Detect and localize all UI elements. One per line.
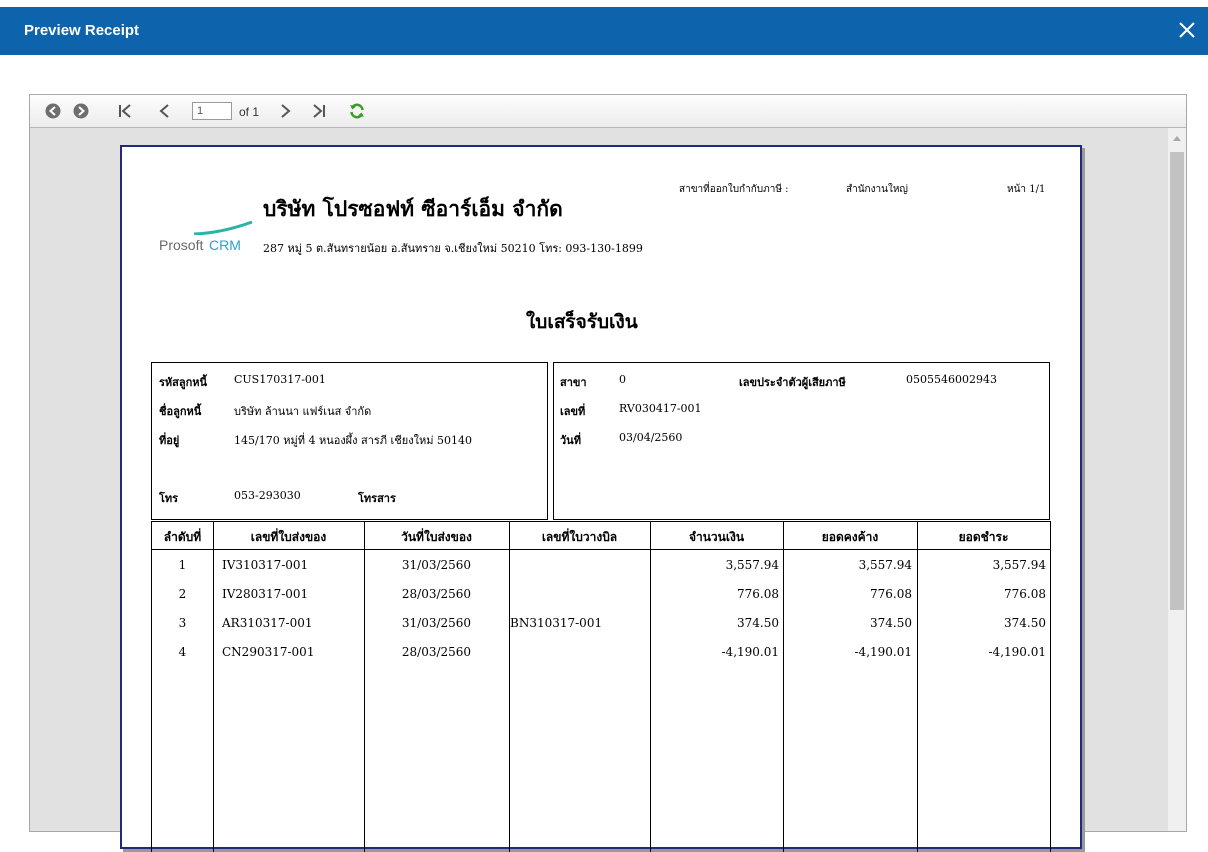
table-cell: -4,190.01	[721, 645, 780, 659]
table-cell: -4,190.01	[854, 645, 913, 659]
dialog-titlebar: Preview Receipt	[0, 7, 1208, 55]
company-address: 287 หมู่ 5 ต.สันทรายน้อย อ.สันทราย จ.เชี…	[263, 242, 643, 255]
refresh-icon[interactable]	[348, 102, 366, 120]
branch-label: สาขา	[560, 376, 587, 389]
column-header: ลำดับที่	[163, 530, 202, 544]
report-viewer: of 1 สาขาที่ออกใบกำกับภาษี : สำนักงานใหญ…	[29, 94, 1187, 852]
branch-issue-value: สำนักงานใหญ่	[846, 184, 908, 195]
customer-address-value: 145/170 หมู่ที่ 4 หนองผึ้ง สารภี เชียงให…	[234, 434, 472, 447]
previous-page-icon[interactable]	[156, 102, 174, 120]
tax-id-label: เลขประจำตัวผู้เสียภาษี	[739, 376, 846, 389]
dialog-title: Preview Receipt	[24, 22, 140, 39]
table-cell: 776.08	[1004, 587, 1046, 601]
table-cell: 374.50	[737, 616, 779, 630]
table-cell: AR310317-001	[222, 616, 313, 630]
column-header: เลขที่ใบส่งของ	[250, 530, 327, 544]
first-page-icon[interactable]	[116, 102, 134, 120]
logo-crm-text: CRM	[209, 237, 241, 253]
table-cell: 374.50	[1004, 616, 1046, 630]
document-no-label: เลขที่	[560, 405, 586, 418]
company-name: บริษัท โปรซอฟท์ ซีอาร์เอ็ม จำกัด	[263, 196, 563, 221]
table-cell: -4,190.01	[988, 645, 1047, 659]
column-header: จำนวนเงิน	[688, 530, 745, 544]
table-cell: IV310317-001	[222, 558, 309, 572]
document-date-value: 03/04/2560	[619, 431, 683, 444]
items-table: ลำดับที่ เลขที่ใบส่งของ วันที่ใบส่งของ เ…	[151, 521, 1051, 852]
document-date-label: วันที่	[560, 434, 581, 447]
customer-tel-value: 053-293030	[234, 489, 301, 502]
receipt-page: สาขาที่ออกใบกำกับภาษี : สำนักงานใหญ่ หน้…	[120, 145, 1082, 852]
customer-code-value: CUS170317-001	[234, 373, 326, 386]
column-header: เลขที่ใบวางบิล	[541, 530, 618, 544]
table-cell: IV280317-001	[222, 587, 309, 601]
table-cell: 31/03/2560	[401, 558, 472, 572]
customer-code-label: รหัสลูกหนี้	[159, 376, 208, 389]
last-page-icon[interactable]	[310, 102, 328, 120]
report-toolbar: of 1	[30, 95, 1186, 128]
customer-address-label: ที่อยู่	[159, 434, 180, 447]
table-cell: 28/03/2560	[401, 645, 472, 659]
table-cell: 4	[178, 645, 187, 659]
table-cell: 31/03/2560	[401, 616, 472, 630]
forward-icon[interactable]	[72, 102, 90, 120]
table-cell: 776.08	[870, 587, 912, 601]
table-cell: 3,557.94	[725, 558, 779, 572]
table-cell: 3,557.94	[858, 558, 912, 572]
table-cell: 374.50	[870, 616, 912, 630]
scroll-up-icon[interactable]	[1173, 136, 1181, 141]
column-header: ยอดชำระ	[958, 530, 1009, 544]
back-icon[interactable]	[44, 102, 62, 120]
next-page-icon[interactable]	[276, 102, 294, 120]
table-cell: 28/03/2560	[401, 587, 472, 601]
table-cell: 2	[178, 587, 187, 601]
tax-id-value: 0505546002943	[906, 373, 997, 386]
table-cell: 1	[178, 558, 187, 572]
customer-fax-label: โทรสาร	[358, 492, 396, 505]
logo-prosoft-text: Prosoft	[159, 237, 204, 253]
document-title: ใบเสร็จรับเงิน	[526, 311, 638, 333]
table-cell: 776.08	[737, 587, 779, 601]
scrollbar-thumb[interactable]	[1170, 152, 1184, 610]
close-icon[interactable]	[1172, 15, 1202, 45]
customer-name-label: ชื่อลูกหนี้	[159, 405, 202, 418]
vertical-scrollbar[interactable]	[1168, 128, 1186, 831]
column-header: วันที่ใบส่งของ	[401, 530, 472, 544]
customer-name-value: บริษัท ล้านนา แฟร์เนส จำกัด	[234, 405, 372, 418]
page-number-label: หน้า 1/1	[1007, 184, 1046, 195]
document-no-value: RV030417-001	[619, 402, 702, 415]
table-cell: 3	[178, 616, 187, 630]
column-header: ยอดคงค้าง	[821, 530, 879, 544]
branch-value: 0	[619, 373, 626, 386]
table-cell: BN310317-001	[510, 616, 603, 630]
page-number-input[interactable]	[192, 102, 232, 120]
table-cell: CN290317-001	[222, 645, 315, 659]
table-cell: 3,557.94	[992, 558, 1046, 572]
branch-issue-label: สาขาที่ออกใบกำกับภาษี :	[679, 184, 789, 195]
customer-tel-label: โทร	[159, 492, 179, 505]
page-count-label: of 1	[239, 105, 260, 119]
logo-swoosh-icon	[193, 221, 253, 235]
